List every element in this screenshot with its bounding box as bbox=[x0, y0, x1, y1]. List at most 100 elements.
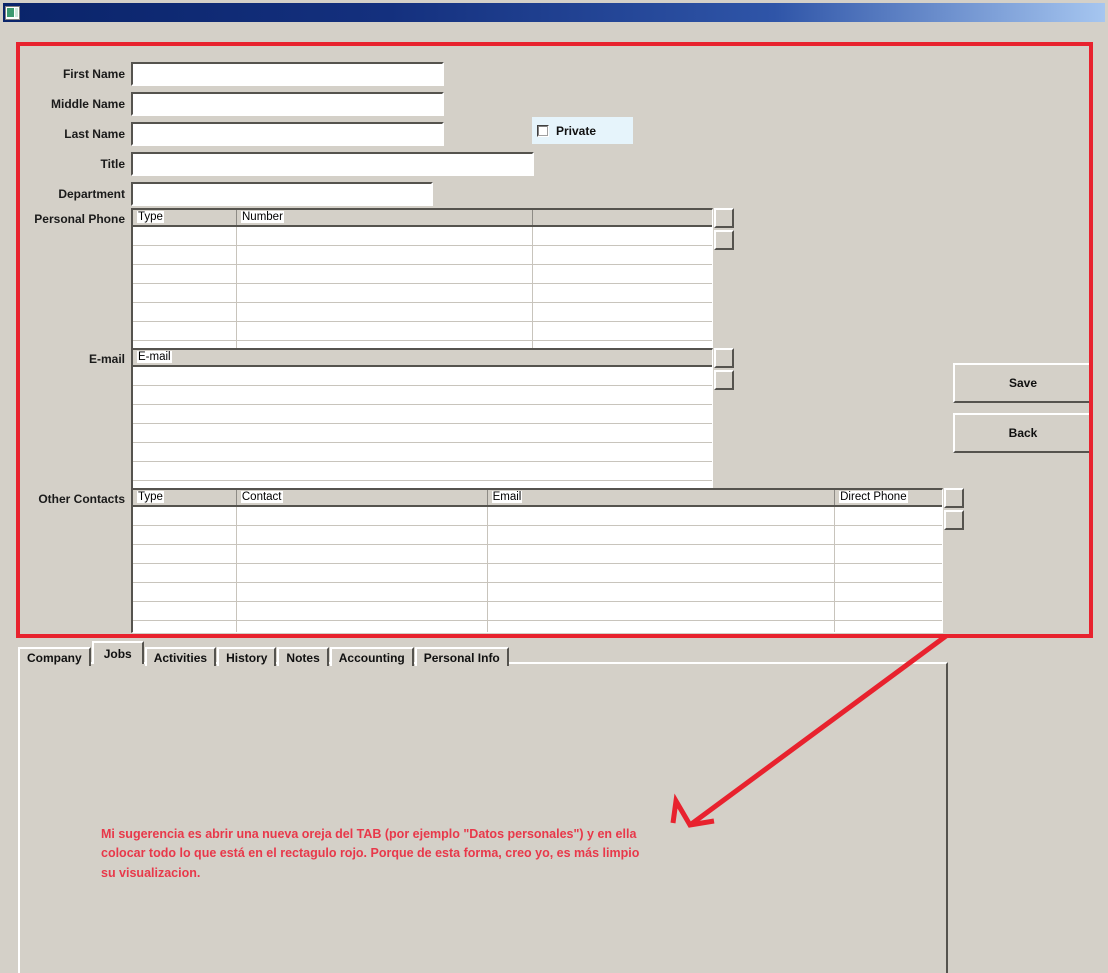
cell-number[interactable] bbox=[237, 322, 533, 340]
cell-contact[interactable] bbox=[237, 583, 488, 601]
column-header-direct-phone[interactable]: Direct Phone bbox=[835, 490, 942, 505]
cell-type[interactable] bbox=[133, 583, 237, 601]
personal-phone-grid[interactable]: Type Number bbox=[131, 208, 713, 366]
cell-type[interactable] bbox=[133, 246, 237, 264]
private-checkbox-panel[interactable]: Private bbox=[532, 117, 633, 144]
column-header-email[interactable]: Email bbox=[487, 490, 836, 505]
middle-name-input[interactable] bbox=[133, 94, 442, 114]
table-row[interactable] bbox=[133, 322, 712, 341]
tab-history[interactable]: History bbox=[217, 647, 277, 666]
tab-company[interactable]: Company bbox=[18, 647, 91, 666]
cell-number[interactable] bbox=[237, 265, 533, 283]
cell-email[interactable] bbox=[488, 564, 836, 582]
back-button[interactable]: Back bbox=[953, 413, 1093, 453]
table-row[interactable] bbox=[133, 386, 712, 405]
cell-contact[interactable] bbox=[237, 602, 488, 620]
middle-name-field[interactable] bbox=[131, 92, 444, 116]
table-row[interactable] bbox=[133, 462, 712, 481]
cell-extra[interactable] bbox=[533, 284, 711, 302]
column-header-number[interactable]: Number bbox=[237, 210, 533, 225]
cell-type[interactable] bbox=[133, 265, 237, 283]
tab-accounting[interactable]: Accounting bbox=[329, 647, 414, 666]
first-name-input[interactable] bbox=[133, 64, 442, 84]
other-contacts-grid[interactable]: Type Contact Email Direct Phone bbox=[131, 488, 943, 633]
table-row[interactable] bbox=[133, 227, 712, 246]
scroll-up-icon[interactable] bbox=[944, 488, 964, 508]
column-header-type[interactable]: Type bbox=[133, 490, 237, 505]
cell-email[interactable] bbox=[488, 602, 836, 620]
cell-direct-phone[interactable] bbox=[835, 583, 942, 601]
cell-type[interactable] bbox=[133, 545, 237, 563]
column-header-extra[interactable] bbox=[533, 210, 711, 225]
last-name-field[interactable] bbox=[131, 122, 444, 146]
table-row[interactable] bbox=[133, 526, 942, 545]
table-row[interactable] bbox=[133, 443, 712, 462]
column-header-contact[interactable]: Contact bbox=[236, 490, 488, 505]
table-row[interactable] bbox=[133, 284, 712, 303]
cell-email[interactable] bbox=[488, 621, 836, 632]
cell-email[interactable] bbox=[133, 405, 712, 423]
tab-jobs[interactable]: Jobs bbox=[91, 641, 144, 664]
cell-email[interactable] bbox=[133, 462, 712, 480]
cell-extra[interactable] bbox=[533, 322, 711, 340]
table-row[interactable] bbox=[133, 583, 942, 602]
table-row[interactable] bbox=[133, 507, 942, 526]
scroll-down-icon[interactable] bbox=[714, 370, 734, 390]
cell-email[interactable] bbox=[488, 583, 836, 601]
cell-type[interactable] bbox=[133, 564, 237, 582]
cell-contact[interactable] bbox=[237, 545, 488, 563]
table-row[interactable] bbox=[133, 367, 712, 386]
cell-email[interactable] bbox=[133, 386, 712, 404]
cell-email[interactable] bbox=[133, 443, 712, 461]
cell-email[interactable] bbox=[488, 507, 836, 525]
cell-number[interactable] bbox=[237, 303, 533, 321]
scroll-down-icon[interactable] bbox=[714, 230, 734, 250]
cell-type[interactable] bbox=[133, 303, 237, 321]
cell-type[interactable] bbox=[133, 507, 237, 525]
table-row[interactable] bbox=[133, 405, 712, 424]
scroll-up-icon[interactable] bbox=[714, 348, 734, 368]
cell-type[interactable] bbox=[133, 284, 237, 302]
save-button[interactable]: Save bbox=[953, 363, 1093, 403]
cell-type[interactable] bbox=[133, 227, 237, 245]
cell-number[interactable] bbox=[237, 246, 533, 264]
cell-number[interactable] bbox=[237, 284, 533, 302]
email-grid[interactable]: E-mail bbox=[131, 348, 713, 506]
cell-extra[interactable] bbox=[533, 265, 711, 283]
email-scrollbar[interactable] bbox=[714, 348, 734, 506]
cell-direct-phone[interactable] bbox=[835, 526, 942, 544]
cell-type[interactable] bbox=[133, 526, 237, 544]
table-row[interactable] bbox=[133, 424, 712, 443]
cell-contact[interactable] bbox=[237, 526, 488, 544]
cell-type[interactable] bbox=[133, 602, 237, 620]
cell-email[interactable] bbox=[133, 424, 712, 442]
department-input[interactable] bbox=[133, 184, 431, 204]
cell-direct-phone[interactable] bbox=[835, 507, 942, 525]
scroll-down-icon[interactable] bbox=[944, 510, 964, 530]
cell-number[interactable] bbox=[237, 227, 533, 245]
table-row[interactable] bbox=[133, 621, 942, 632]
cell-type[interactable] bbox=[133, 322, 237, 340]
cell-email[interactable] bbox=[133, 367, 712, 385]
cell-email[interactable] bbox=[488, 526, 836, 544]
cell-extra[interactable] bbox=[533, 303, 711, 321]
table-row[interactable] bbox=[133, 246, 712, 265]
cell-type[interactable] bbox=[133, 621, 237, 632]
tab-personal-info[interactable]: Personal Info bbox=[414, 647, 509, 666]
column-header-email[interactable]: E-mail bbox=[133, 350, 712, 365]
table-row[interactable] bbox=[133, 564, 942, 583]
private-checkbox[interactable] bbox=[537, 124, 549, 137]
cell-contact[interactable] bbox=[237, 621, 488, 632]
cell-email[interactable] bbox=[488, 545, 836, 563]
tab-activities[interactable]: Activities bbox=[144, 647, 217, 666]
scroll-up-icon[interactable] bbox=[714, 208, 734, 228]
cell-contact[interactable] bbox=[237, 564, 488, 582]
last-name-input[interactable] bbox=[133, 124, 442, 144]
personal-phone-scrollbar[interactable] bbox=[714, 208, 734, 366]
table-row[interactable] bbox=[133, 545, 942, 564]
other-contacts-scrollbar[interactable] bbox=[944, 488, 964, 633]
title-input[interactable] bbox=[133, 154, 532, 174]
cell-direct-phone[interactable] bbox=[835, 564, 942, 582]
first-name-field[interactable] bbox=[131, 62, 444, 86]
department-field[interactable] bbox=[131, 182, 433, 206]
